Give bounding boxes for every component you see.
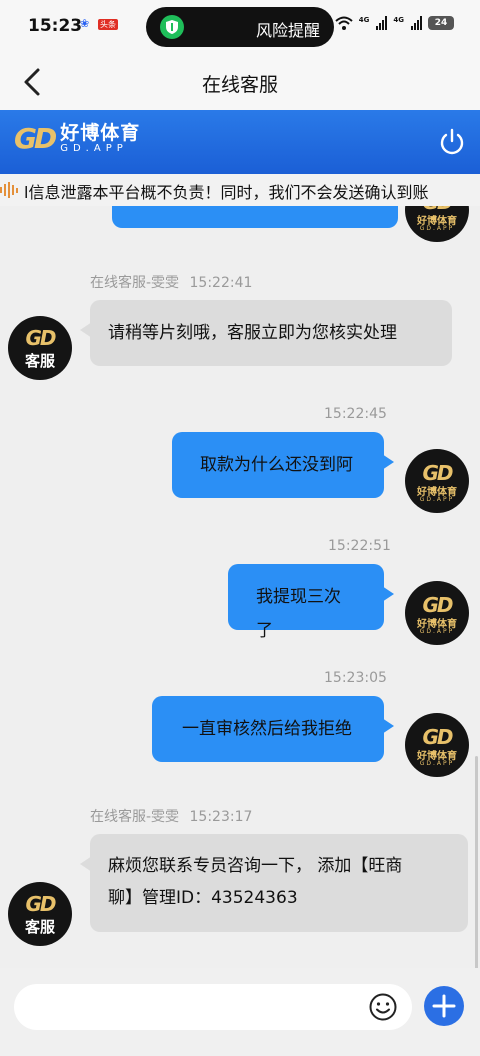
message-bubble: 我提现三次了 [228, 564, 394, 641]
shield-icon [160, 15, 184, 39]
message-input[interactable] [14, 984, 412, 1030]
avatar-logo-en: GD.APP [419, 760, 455, 767]
avatar-logo-gd: GD [25, 892, 56, 916]
message-time: 15:23:17 [189, 809, 253, 825]
page-title: 在线客服 [201, 74, 278, 96]
brand-header: GD 好博体育 GD.APP [0, 110, 480, 174]
message-meta: 在线客服-雯雯 15:22:41 [90, 272, 252, 292]
plus-icon [432, 994, 456, 1018]
signal-bars-icon [376, 16, 388, 30]
sender-name: 在线客服-雯雯 [90, 809, 180, 825]
brand-logo-gd: GD [14, 122, 57, 155]
user-avatar: GD 好博体育 GD.APP [405, 581, 469, 645]
wifi-icon [335, 16, 353, 30]
add-button[interactable] [424, 986, 464, 1026]
signal-bars-icon [411, 16, 422, 30]
message-time: 15:22:45 [324, 406, 387, 422]
avatar-logo-en: GD.APP [419, 628, 455, 635]
message-bubble: 请稍等片刻哦，客服立即为您核实处理 [80, 300, 452, 366]
announcement-text: l信息泄露本平台概不负责！同时，我们不会发送确认到账 [24, 183, 429, 202]
avatar-logo-en: GD.APP [419, 225, 455, 232]
message-bubble: 麻烦您联系专员咨询一下， 添加【旺商 聊】管理ID：43524363 [80, 834, 468, 932]
sender-name: 在线客服-雯雯 [90, 275, 180, 291]
chat-scrollbar[interactable] [475, 756, 478, 968]
avatar-logo-gd: GD [422, 725, 453, 749]
agent-avatar: GD 客服 [8, 316, 72, 380]
user-avatar: GD 好博体育 GD.APP [405, 206, 469, 242]
smiley-icon[interactable] [368, 992, 398, 1022]
user-avatar: GD 好博体育 GD.APP [405, 713, 469, 777]
status-bar: 15:23 ❀ 头条 风险提醒 4G 4G 24 [0, 0, 480, 54]
message-bubble: 一直审核然后给我拒绝 [152, 696, 394, 762]
message-line: 麻烦您联系专员咨询一下， 添加【旺商 [108, 856, 403, 876]
avatar-logo-en: GD.APP [419, 496, 455, 503]
toutiao-badge-icon: 头条 [98, 18, 118, 30]
avatar-label: 客服 [24, 918, 55, 936]
brand-logo: GD 好博体育 GD.APP [14, 122, 140, 155]
message-bubble: 取款为什么还没到阿 [172, 432, 394, 498]
status-indicators: 4G 4G 24 [335, 16, 454, 30]
power-icon[interactable] [438, 128, 466, 156]
user-avatar: GD 好博体育 GD.APP [405, 449, 469, 513]
brand-name-cn: 好博体育 [60, 121, 141, 144]
chat-area[interactable]: GD 好博体育 GD.APP 在线客服-雯雯 15:22:41 GD 客服 请稍… [0, 206, 480, 968]
message-time: 15:23:05 [324, 670, 387, 686]
announcement-ticker: l信息泄露本平台概不负责！同时，我们不会发送确认到账 [0, 174, 480, 206]
message-time: 15:22:41 [189, 275, 253, 291]
input-bar [0, 968, 480, 1056]
risk-alert-label: 风险提醒 [255, 21, 320, 40]
battery-icon: 24 [428, 16, 454, 30]
network-label-1: 4G [358, 16, 370, 24]
brand-name-en: GD.APP [60, 142, 128, 154]
status-time: 15:23 [28, 16, 83, 36]
agent-avatar: GD 客服 [8, 882, 72, 946]
brand-text: 好博体育 GD.APP [60, 123, 140, 155]
avatar-logo-gd: GD [422, 593, 453, 617]
baidu-paw-icon: ❀ [80, 17, 90, 30]
announcement-icon [0, 182, 24, 198]
avatar-label: 客服 [24, 352, 55, 370]
message-bubble-cut [112, 206, 398, 228]
avatar-logo-gd: GD [422, 461, 453, 485]
message-meta: 在线客服-雯雯 15:23:17 [90, 806, 252, 826]
nav-bar: 在线客服 [0, 54, 480, 110]
avatar-logo-gd: GD [25, 326, 56, 350]
network-label-2: 4G [393, 16, 404, 24]
message-line: 聊】管理ID：43524363 [108, 888, 298, 908]
message-time: 15:22:51 [328, 538, 391, 554]
status-app-icons: ❀ 头条 [80, 18, 118, 30]
risk-alert-pill[interactable]: 风险提醒 [146, 7, 334, 47]
